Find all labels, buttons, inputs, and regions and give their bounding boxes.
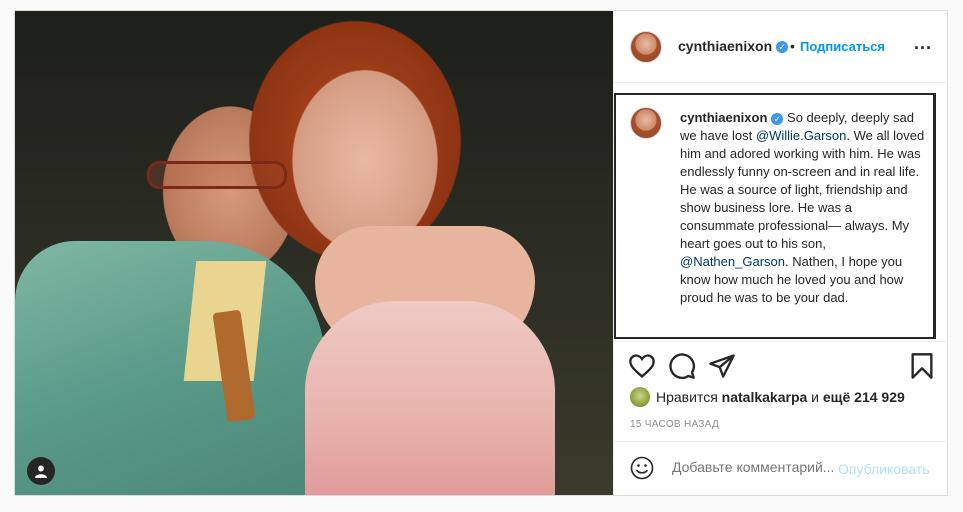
comment-icon[interactable] [668,352,696,380]
likes-summary: Нравится natalkakarpa и ещё 214 929 [630,387,905,407]
user-tag-button[interactable] [27,457,55,485]
caption-author-avatar[interactable] [630,107,662,139]
post-header: cynthiaenixon ✓ • Подписаться ... [614,11,948,83]
post-timestamp[interactable]: 15 ЧАСОВ НАЗАД [630,419,719,430]
caption-container: cynthiaenixon ✓ So deeply, deeply sad we … [614,93,936,339]
post-sidebar: cynthiaenixon ✓ • Подписаться ... cynthia… [613,11,948,495]
share-icon[interactable] [708,352,736,380]
mention-willie-garson[interactable]: @Willie.Garson [756,128,847,143]
caption-verified-icon: ✓ [771,112,784,125]
photo-dress [305,301,555,495]
caption-text-part-2: . We all loved him and adored working wi… [680,128,925,251]
author-username[interactable]: cynthiaenixon ✓ [678,38,789,54]
instagram-post: cynthiaenixon ✓ • Подписаться ... cynthia… [14,10,948,496]
post-photo[interactable] [15,11,613,495]
mention-nathen-garson[interactable]: @Nathen_Garson [680,254,785,269]
user-tag-icon [35,465,47,478]
likes-middle: и [811,389,819,405]
likes-count[interactable]: ещё 214 929 [823,389,905,405]
publish-button[interactable]: Опубликовать [838,461,930,477]
caption-text: cynthiaenixon ✓ So deeply, deeply sad we … [680,109,926,307]
follow-separator: • [790,38,795,54]
comment-input[interactable] [670,458,846,476]
follow-button[interactable]: Подписаться [800,39,885,54]
action-bar [614,341,948,382]
emoji-icon[interactable] [630,456,654,480]
verified-badge-icon: ✓ [776,41,789,54]
caption-username[interactable]: cynthiaenixon [680,110,767,125]
more-options-icon[interactable]: ... [914,33,932,54]
author-username-text[interactable]: cynthiaenixon [678,38,772,54]
heart-icon[interactable] [628,352,656,380]
likes-prefix: Нравится [656,389,718,405]
liker-avatar[interactable] [630,387,650,407]
photo-suit [15,241,325,495]
bookmark-icon[interactable] [908,352,936,380]
author-avatar[interactable] [630,31,662,63]
photo-glasses [147,161,287,189]
comment-form: Опубликовать [614,441,948,495]
liker-username[interactable]: natalkakarpa [722,389,808,405]
